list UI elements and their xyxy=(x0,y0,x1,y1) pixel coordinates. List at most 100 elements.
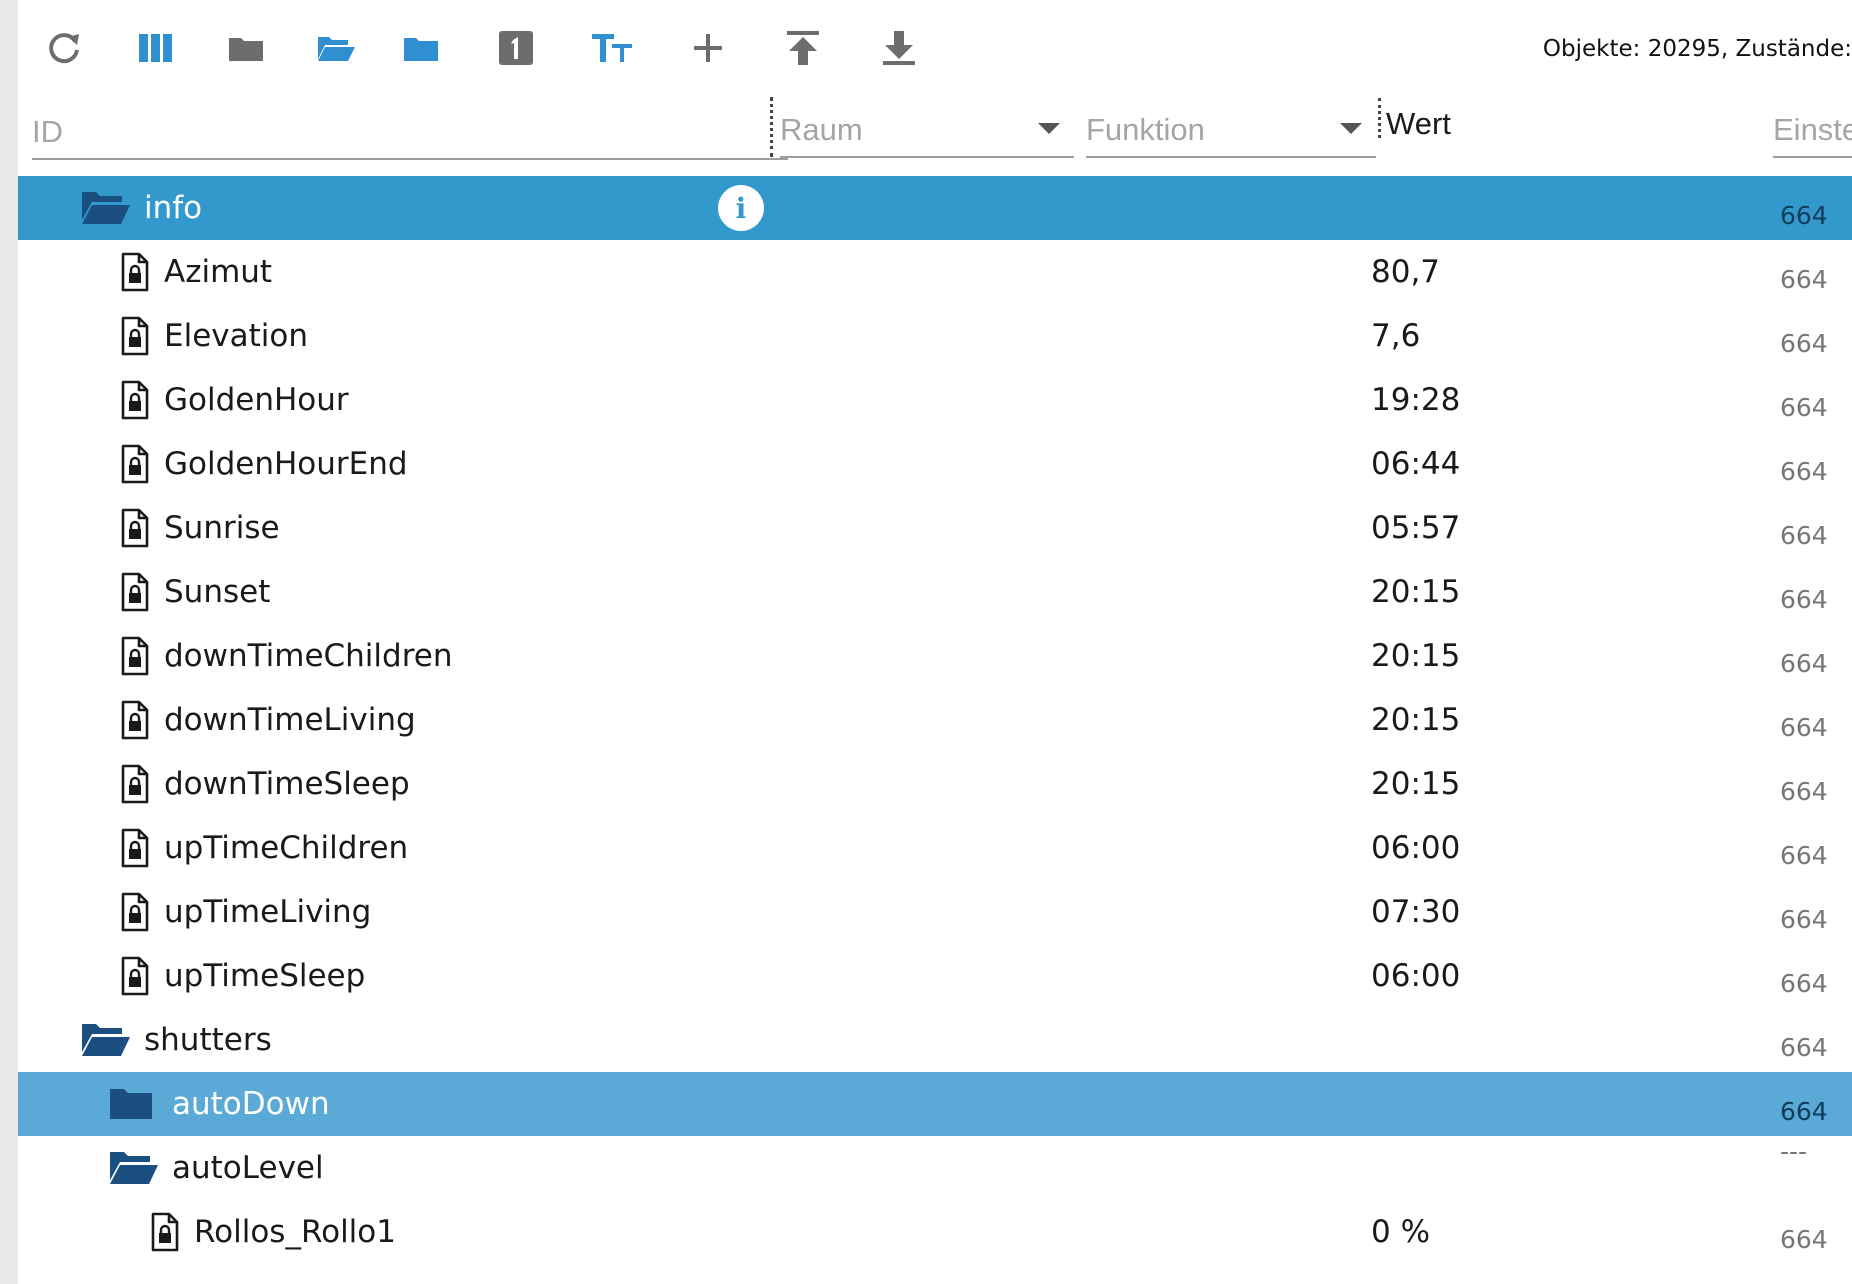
state-value[interactable]: 0 % xyxy=(1371,1200,1430,1264)
tree-row-state[interactable]: downTimeSleep 20:15 664 xyxy=(18,752,1852,816)
expand-one-button[interactable] xyxy=(308,20,364,76)
state-value[interactable]: 06:00 xyxy=(1371,816,1460,880)
state-value[interactable]: 06:44 xyxy=(1371,432,1460,496)
column-header-row xyxy=(18,96,1852,176)
tree-row-folder[interactable]: info i 664 xyxy=(18,176,1852,240)
tree-row-label: upTimeChildren xyxy=(164,830,409,866)
tree-row-label: upTimeSleep xyxy=(164,958,366,994)
tree-row-label: Sunset xyxy=(164,574,271,610)
tree-row-state[interactable]: Rollos_Rollo1 0 % 664 xyxy=(18,1200,1852,1264)
download-button[interactable] xyxy=(871,20,927,76)
tree-row-label: autoDown xyxy=(172,1086,330,1122)
acl-settings[interactable]: 664 xyxy=(1780,248,1828,312)
tree-row-label: Elevation xyxy=(164,318,308,354)
acl-settings[interactable]: 664 xyxy=(1780,184,1828,248)
upload-button[interactable] xyxy=(775,20,831,76)
upload-icon xyxy=(787,31,819,65)
acl-settings[interactable]: 664 xyxy=(1780,888,1828,952)
toolbar: Objekte: 20295, Zustände: xyxy=(18,0,1852,98)
folder-open-icon[interactable] xyxy=(108,1136,160,1200)
tree-row-folder[interactable]: autoLevel --- xyxy=(18,1136,1852,1200)
text-size-button[interactable] xyxy=(584,20,640,76)
acl-settings[interactable]: 664 xyxy=(1780,376,1828,440)
acl-settings[interactable]: 664 xyxy=(1780,312,1828,376)
tree-row-label: shutters xyxy=(144,1022,272,1058)
one-level-button[interactable] xyxy=(488,20,544,76)
tree-row-state[interactable]: downTimeLiving 20:15 664 xyxy=(18,688,1852,752)
tree-row-folder[interactable]: shutters 664 xyxy=(18,1008,1852,1072)
tree-row-label: autoLevel xyxy=(172,1150,324,1186)
tree-row-state[interactable]: GoldenHourEnd 06:44 664 xyxy=(18,432,1852,496)
column-resize-handle-wert[interactable] xyxy=(1378,98,1381,138)
tree-row-state[interactable]: Sunset 20:15 664 xyxy=(18,560,1852,624)
state-locked-file-icon xyxy=(120,752,150,816)
acl-settings[interactable]: 664 xyxy=(1780,760,1828,824)
function-filter-input[interactable] xyxy=(1086,112,1376,156)
id-filter-input[interactable] xyxy=(32,114,788,158)
acl-settings[interactable]: 664 xyxy=(1780,440,1828,504)
acl-settings[interactable]: 664 xyxy=(1780,504,1828,568)
state-value[interactable]: 80,7 xyxy=(1371,240,1440,304)
acl-settings[interactable]: 664 xyxy=(1780,696,1828,760)
tree-row-state[interactable]: upTimeSleep 06:00 664 xyxy=(18,944,1852,1008)
room-filter-input[interactable] xyxy=(780,112,1074,156)
state-locked-file-icon xyxy=(120,624,150,688)
state-locked-file-icon xyxy=(120,560,150,624)
settings-filter-input[interactable] xyxy=(1773,112,1852,156)
acl-settings[interactable]: 664 xyxy=(1780,952,1828,1016)
refresh-icon xyxy=(49,33,79,64)
folder-open-icon[interactable] xyxy=(80,1008,132,1072)
acl-settings[interactable]: 664 xyxy=(1780,1208,1828,1272)
tree-row-state[interactable]: GoldenHour 19:28 664 xyxy=(18,368,1852,432)
state-value[interactable]: 20:15 xyxy=(1371,752,1460,816)
object-count-status: Objekte: 20295, Zustände: xyxy=(1542,36,1852,62)
state-value[interactable]: 20:15 xyxy=(1371,624,1460,688)
folder-closed-icon[interactable] xyxy=(108,1072,154,1136)
column-resize-handle-id[interactable] xyxy=(770,97,773,157)
one-level-icon xyxy=(499,31,533,65)
acl-settings[interactable]: 664 xyxy=(1780,568,1828,632)
state-value[interactable]: 20:15 xyxy=(1371,560,1460,624)
state-locked-file-icon xyxy=(120,816,150,880)
function-dropdown-icon[interactable] xyxy=(1340,123,1362,134)
info-icon[interactable]: i xyxy=(718,185,764,231)
acl-settings[interactable]: 664 xyxy=(1780,632,1828,696)
state-value[interactable]: 06:00 xyxy=(1371,944,1460,1008)
columns-button[interactable] xyxy=(128,20,184,76)
acl-settings[interactable]: --- xyxy=(1780,1120,1807,1184)
state-locked-file-icon xyxy=(120,368,150,432)
refresh-button[interactable] xyxy=(36,20,92,76)
add-button[interactable] xyxy=(680,20,736,76)
tree-row-label: GoldenHour xyxy=(164,382,349,418)
tree-row-state[interactable]: upTimeChildren 06:00 664 xyxy=(18,816,1852,880)
acl-settings[interactable]: 664 xyxy=(1780,824,1828,888)
tree-row-state[interactable]: Sunrise 05:57 664 xyxy=(18,496,1852,560)
collapse-all-button[interactable] xyxy=(218,20,274,76)
tree-row-state[interactable]: upTimeLiving 07:30 664 xyxy=(18,880,1852,944)
folder-open-icon[interactable] xyxy=(80,176,132,240)
tree-row-state[interactable]: Elevation 7,6 664 xyxy=(18,304,1852,368)
tree-row-state[interactable]: Azimut 80,7 664 xyxy=(18,240,1852,304)
expand-all-button[interactable] xyxy=(393,20,449,76)
state-value[interactable]: 05:57 xyxy=(1371,496,1460,560)
room-dropdown-icon[interactable] xyxy=(1038,123,1060,134)
state-locked-file-icon xyxy=(120,304,150,368)
state-value[interactable]: 20:15 xyxy=(1371,688,1460,752)
id-filter xyxy=(32,98,788,160)
state-locked-file-icon xyxy=(120,944,150,1008)
state-locked-file-icon xyxy=(150,1200,180,1264)
tree-row-label: downTimeChildren xyxy=(164,638,453,674)
state-value[interactable]: 19:28 xyxy=(1371,368,1460,432)
state-locked-file-icon xyxy=(120,496,150,560)
state-value[interactable]: 7,6 xyxy=(1371,304,1420,368)
tree-row-folder[interactable]: autoDown 664 xyxy=(18,1072,1852,1136)
value-column-header: Wert xyxy=(1386,106,1451,141)
download-icon xyxy=(883,31,915,65)
settings-filter[interactable] xyxy=(1773,96,1852,158)
tree-row-state[interactable]: downTimeChildren 20:15 664 xyxy=(18,624,1852,688)
acl-settings[interactable]: 664 xyxy=(1780,1016,1828,1080)
state-value[interactable]: 07:30 xyxy=(1371,880,1460,944)
room-filter[interactable] xyxy=(780,96,1074,158)
function-filter[interactable] xyxy=(1086,96,1376,158)
state-locked-file-icon xyxy=(120,880,150,944)
